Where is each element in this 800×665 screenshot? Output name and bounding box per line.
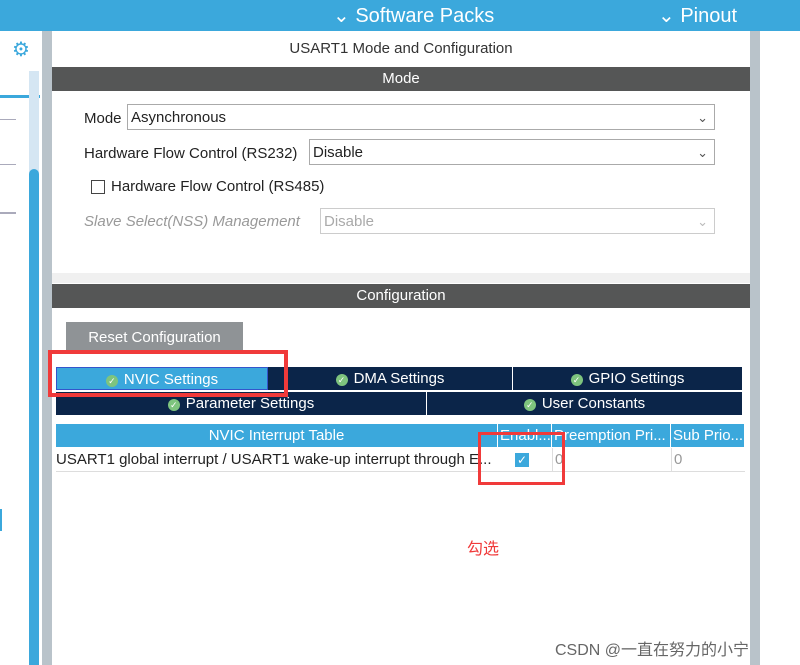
hwfc232-value: Disable	[313, 144, 364, 161]
pinout-menu[interactable]: ⌄ Pinout	[658, 3, 737, 28]
pinout-label: Pinout	[680, 5, 738, 27]
column-header-preemption[interactable]: Preemption Pri...	[552, 424, 671, 447]
chevron-down-icon: ⌄	[697, 110, 708, 125]
highlight-box-enable	[478, 432, 565, 485]
divider	[0, 212, 16, 214]
chevron-down-icon: ⌄	[333, 5, 350, 27]
mode-label: Mode	[84, 110, 122, 127]
tab-user-constants[interactable]: ✓ User Constants	[427, 392, 742, 415]
software-packs-menu[interactable]: ⌄ Software Packs	[333, 3, 494, 28]
scrollbar-thumb[interactable]	[29, 169, 39, 665]
selection-marker	[0, 509, 2, 531]
chevron-down-icon: ⌄	[697, 145, 708, 160]
software-packs-label: Software Packs	[355, 5, 495, 27]
nss-label: Slave Select(NSS) Management	[84, 213, 300, 230]
interrupt-name: USART1 global interrupt / USART1 wake-up…	[56, 448, 498, 472]
mode-select[interactable]: Asynchronous ⌄	[127, 104, 715, 130]
check-circle-icon: ✓	[570, 374, 583, 386]
tab-label: Parameter Settings	[185, 395, 315, 412]
splitter[interactable]	[42, 31, 52, 665]
column-header-sub-priority[interactable]: Sub Prio...	[671, 424, 745, 447]
column-header-name[interactable]: NVIC Interrupt Table	[56, 424, 498, 447]
preemption-priority[interactable]: 0	[552, 448, 671, 472]
nss-value: Disable	[324, 213, 375, 230]
reset-configuration-button[interactable]: Reset Configuration	[66, 322, 243, 353]
check-circle-icon: ✓	[523, 399, 536, 411]
scrollbar-track[interactable]	[29, 71, 39, 665]
tab-label: DMA Settings	[353, 370, 445, 387]
mode-header: Mode	[52, 67, 750, 91]
watermark: CSDN @一直在努力的小宁	[555, 642, 750, 659]
tab-gpio-settings[interactable]: ✓ GPIO Settings	[513, 367, 742, 390]
hwfc485-checkbox[interactable]	[91, 180, 105, 194]
tab-dma-settings[interactable]: ✓ DMA Settings	[268, 367, 513, 390]
gear-icon[interactable]: ⚙	[12, 37, 30, 62]
tab-label: GPIO Settings	[588, 370, 685, 387]
hwfc485-label: Hardware Flow Control (RS485)	[111, 178, 325, 195]
top-bar: ⌄ Software Packs ⌄ Pinout	[0, 0, 800, 31]
tab-label: User Constants	[541, 395, 646, 412]
left-panel: ⚙	[0, 31, 42, 665]
chevron-down-icon: ⌄	[658, 5, 675, 27]
configuration-header: Configuration	[52, 284, 750, 308]
check-circle-icon: ✓	[335, 374, 348, 386]
divider	[0, 164, 16, 165]
highlight-box-nvic	[48, 350, 288, 397]
splitter-right[interactable]	[750, 31, 760, 665]
mode-value: Asynchronous	[131, 109, 227, 126]
chevron-down-icon: ⌄	[697, 214, 708, 229]
sub-priority[interactable]: 0	[671, 448, 745, 472]
hwfc232-select[interactable]: Disable ⌄	[309, 139, 715, 165]
nss-select: Disable ⌄	[320, 208, 715, 234]
check-circle-icon: ✓	[167, 399, 180, 411]
annotation-text: 勾选	[467, 541, 500, 558]
divider	[0, 119, 16, 120]
panel-title: USART1 Mode and Configuration	[289, 40, 513, 57]
hwfc232-label: Hardware Flow Control (RS232)	[84, 145, 298, 162]
